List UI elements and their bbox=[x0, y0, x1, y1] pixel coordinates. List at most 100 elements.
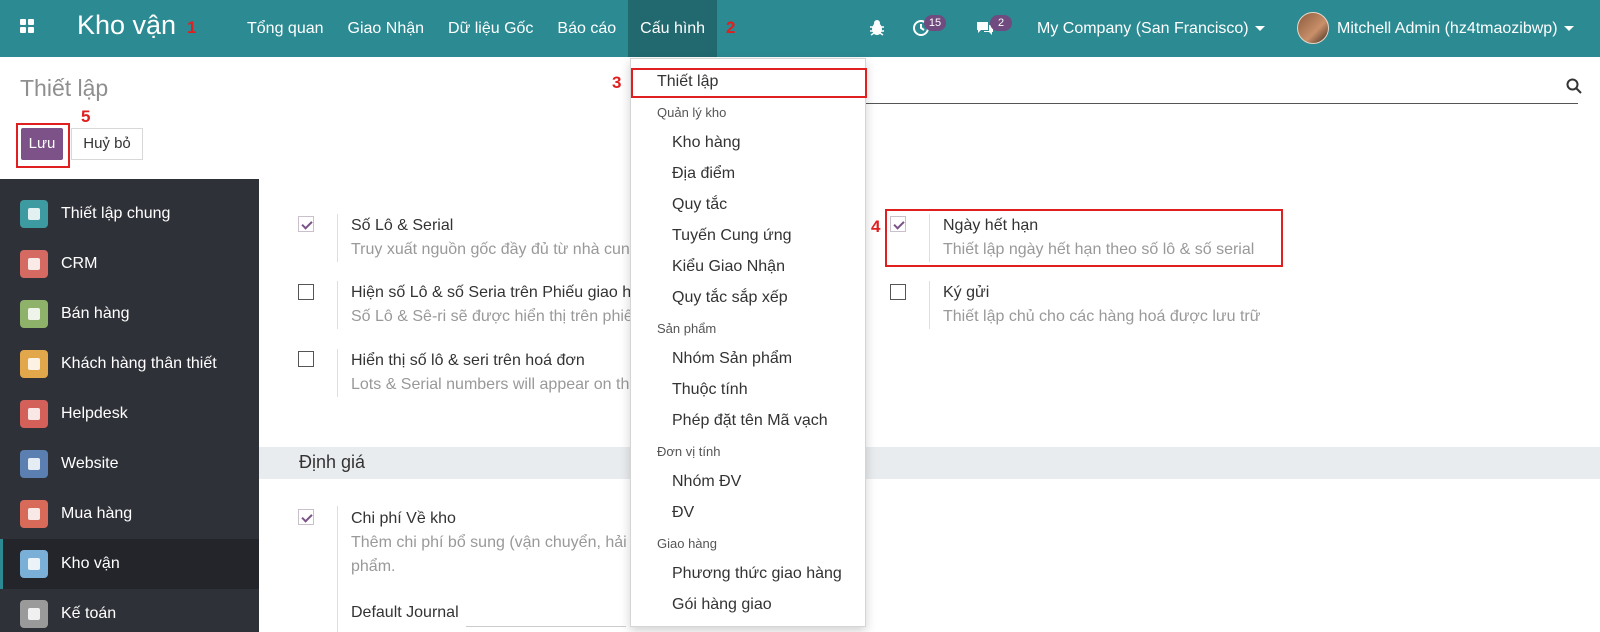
dropdown-item-barcode-nomenclature[interactable]: Phép đặt tên Mã vạch bbox=[672, 412, 828, 430]
expiry-title: Ngày hết hạn bbox=[943, 217, 1039, 234]
dropdown-header-delivery: Giao hàng bbox=[657, 536, 717, 551]
dropdown-item-shipping-methods[interactable]: Phương thức giao hàng bbox=[672, 565, 842, 583]
sidebar-item-label: Kho vận bbox=[61, 555, 120, 572]
sidebar-item-accounting[interactable]: Kế toán bbox=[0, 589, 259, 632]
save-button[interactable]: Lưu bbox=[21, 128, 63, 160]
dropdown-item-operation-types[interactable]: Kiểu Giao Nhận bbox=[672, 258, 785, 276]
dropdown-item-product-categories[interactable]: Nhóm Sản phẩm bbox=[672, 350, 792, 368]
debug-bug-icon[interactable] bbox=[868, 0, 886, 57]
menu-overview[interactable]: Tổng quan bbox=[235, 0, 336, 57]
dropdown-item-attributes[interactable]: Thuộc tính bbox=[672, 381, 748, 399]
search-input[interactable] bbox=[848, 103, 1578, 104]
lots-serial-checkbox[interactable] bbox=[298, 216, 314, 232]
consignment-desc: Thiết lập chủ cho các hàng hoá được lưu … bbox=[943, 308, 1261, 325]
landed-costs-desc: Thêm chi phí bổ sung (vận chuyển, hải bbox=[351, 534, 627, 551]
sidebar-item-loyalty[interactable]: Khách hàng thân thiết bbox=[0, 339, 259, 389]
credit-card-icon bbox=[20, 500, 48, 528]
sidebar-item-label: Website bbox=[61, 455, 119, 472]
divider bbox=[929, 281, 930, 329]
consignment-checkbox[interactable] bbox=[890, 284, 906, 300]
sidebar-item-sales[interactable]: Bán hàng bbox=[0, 289, 259, 339]
annotation-3: 3 bbox=[612, 73, 622, 92]
sidebar-item-helpdesk[interactable]: Helpdesk bbox=[0, 389, 259, 439]
dropdown-item-uom-categories[interactable]: Nhóm ĐV bbox=[672, 473, 741, 491]
sidebar-item-label: Mua hàng bbox=[61, 505, 133, 522]
sidebar-item-label: CRM bbox=[61, 255, 98, 272]
lots-invoice-desc: Lots & Serial numbers will appear on th bbox=[351, 376, 630, 393]
default-journal-label: Default Journal bbox=[351, 604, 459, 621]
sidebar-item-label: Kế toán bbox=[61, 605, 117, 622]
app-brand[interactable]: Kho vận bbox=[77, 10, 176, 41]
page-title: Thiết lập bbox=[20, 75, 109, 101]
sidebar-item-purchase[interactable]: Mua hàng bbox=[0, 489, 259, 539]
sidebar-item-label: Helpdesk bbox=[61, 405, 128, 422]
dropdown-header-products: Sản phẩm bbox=[657, 321, 717, 336]
expiry-desc: Thiết lập ngày hết hạn theo số lô & số s… bbox=[943, 241, 1255, 258]
landed-costs-desc-cont: phẩm. bbox=[351, 558, 396, 575]
dropdown-item-delivery-packages[interactable]: Gói hàng giao bbox=[672, 596, 772, 614]
company-switcher[interactable]: My Company (San Francisco) bbox=[1037, 0, 1265, 57]
landed-costs-title: Chi phí Về kho bbox=[351, 510, 456, 527]
sidebar-item-crm[interactable]: CRM bbox=[0, 239, 259, 289]
valuation-section-header: Định giá bbox=[259, 447, 1600, 479]
expiry-checkbox[interactable] bbox=[890, 216, 906, 232]
annotation-2: 2 bbox=[726, 18, 736, 37]
dropdown-header-uom: Đơn vị tính bbox=[657, 444, 721, 459]
user-name: Mitchell Admin (hz4tmaozibwp) bbox=[1337, 20, 1558, 37]
dropdown-item-settings[interactable]: Thiết lập bbox=[657, 73, 718, 91]
default-journal-field[interactable] bbox=[466, 626, 626, 627]
annotation-1: 1 bbox=[187, 18, 197, 37]
dropdown-item-rules[interactable]: Quy tắc bbox=[672, 196, 727, 214]
divider bbox=[337, 214, 338, 262]
dropdown-item-uom[interactable]: ĐV bbox=[672, 504, 694, 522]
annotation-4: 4 bbox=[871, 217, 881, 236]
lots-invoice-checkbox[interactable] bbox=[298, 351, 314, 367]
dropdown-item-putaway-rules[interactable]: Quy tắc sắp xếp bbox=[672, 289, 788, 307]
user-menu[interactable]: Mitchell Admin (hz4tmaozibwp) bbox=[1337, 0, 1574, 57]
landed-costs-checkbox[interactable] bbox=[298, 509, 314, 525]
show-lots-picking-title: Hiện số Lô & số Seria trên Phiếu giao h bbox=[351, 284, 632, 301]
sidebar-item-inventory[interactable]: Kho vận bbox=[0, 539, 259, 589]
configuration-dropdown: Thiết lập Quản lý kho Kho hàng Địa điểm … bbox=[630, 58, 866, 627]
consignment-title: Ký gửi bbox=[943, 284, 990, 301]
dropdown-item-warehouses[interactable]: Kho hàng bbox=[672, 134, 741, 152]
sidebar-item-website[interactable]: Website bbox=[0, 439, 259, 489]
menu-master-data[interactable]: Dữ liệu Gốc bbox=[436, 0, 545, 57]
dropdown-header-warehouse-mgmt: Quản lý kho bbox=[657, 105, 727, 120]
handshake-icon bbox=[20, 250, 48, 278]
divider bbox=[337, 281, 338, 329]
dropdown-item-routes[interactable]: Tuyến Cung ứng bbox=[672, 227, 792, 245]
divider bbox=[337, 349, 338, 397]
divider bbox=[337, 506, 338, 632]
message-count-badge: 2 bbox=[990, 15, 1012, 31]
search-icon[interactable] bbox=[1566, 78, 1582, 94]
menu-transfers[interactable]: Giao Nhận bbox=[336, 0, 437, 57]
top-navbar: Kho vận Tổng quan Giao Nhận Dữ liệu Gốc … bbox=[0, 0, 1600, 57]
box-icon bbox=[20, 550, 48, 578]
sidebar-item-label: Khách hàng thân thiết bbox=[61, 355, 217, 372]
show-lots-picking-checkbox[interactable] bbox=[298, 284, 314, 300]
discard-button[interactable]: Huỷ bỏ bbox=[71, 128, 143, 160]
loyalty-icon bbox=[20, 350, 48, 378]
top-menu: Tổng quan Giao Nhận Dữ liệu Gốc Báo cáo … bbox=[235, 0, 718, 57]
divider bbox=[929, 214, 930, 262]
show-lots-picking-desc: Số Lô & Sê-ri sẽ được hiển thị trên phiế… bbox=[351, 308, 642, 325]
gear-icon bbox=[20, 200, 48, 228]
apps-grid-icon[interactable] bbox=[18, 17, 40, 39]
chevron-down-icon bbox=[1563, 26, 1574, 32]
sidebar-item-label: Thiết lập chung bbox=[61, 205, 171, 222]
globe-icon bbox=[20, 450, 48, 478]
annotation-5: 5 bbox=[81, 107, 91, 126]
accounting-icon bbox=[20, 600, 48, 628]
avatar[interactable] bbox=[1297, 12, 1329, 44]
lots-serial-desc: Truy xuất nguồn gốc đầy đủ từ nhà cun bbox=[351, 241, 630, 258]
sidebar-item-general-settings[interactable]: Thiết lập chung bbox=[0, 189, 259, 239]
menu-configuration[interactable]: Cấu hình bbox=[628, 0, 718, 57]
sidebar-item-label: Bán hàng bbox=[61, 305, 130, 322]
settings-sidebar: Thiết lập chung CRM Bán hàng Khách hàng … bbox=[0, 179, 259, 632]
valuation-section-title: Định giá bbox=[299, 452, 366, 472]
lots-invoice-title: Hiển thị số lô & seri trên hoá đơn bbox=[351, 352, 585, 369]
menu-reporting[interactable]: Báo cáo bbox=[545, 0, 628, 57]
company-name: My Company (San Francisco) bbox=[1037, 20, 1249, 37]
dropdown-item-locations[interactable]: Địa điểm bbox=[672, 165, 735, 183]
